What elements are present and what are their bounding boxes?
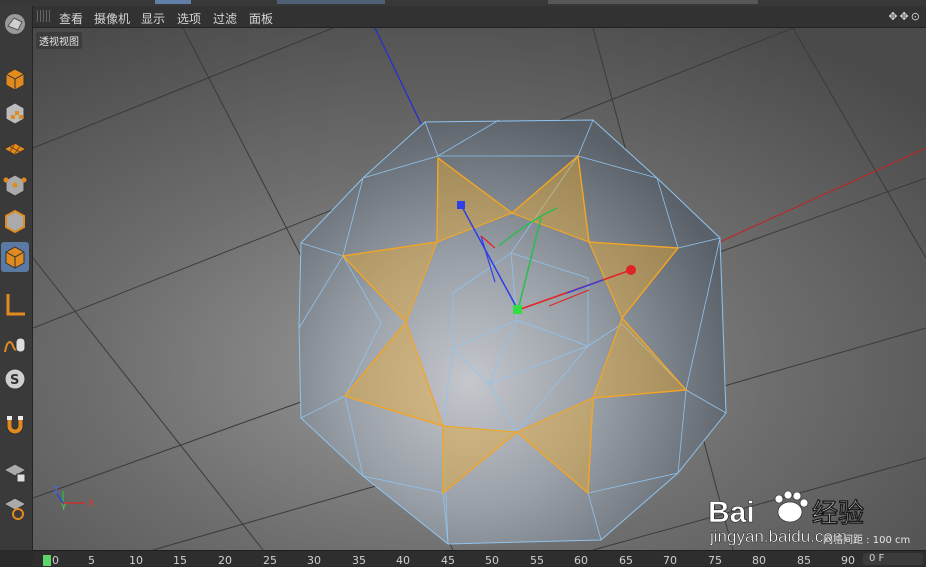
- panel-grip-icon[interactable]: [37, 10, 51, 22]
- make-editable-button[interactable]: [1, 10, 29, 40]
- menu-camera[interactable]: 摄像机: [94, 10, 130, 27]
- watermark-brand-suffix: 经验: [812, 498, 864, 529]
- planar-workplane-icon: [2, 497, 28, 520]
- timeline-tick: 80: [752, 554, 766, 567]
- menu-display[interactable]: 显示: [141, 10, 165, 27]
- solo-button[interactable]: S: [1, 364, 29, 394]
- toolbar-segment: [548, 0, 758, 4]
- edges-mode-button[interactable]: [1, 206, 29, 236]
- timeline-tick: 0: [52, 554, 59, 567]
- timeline-tick: 45: [441, 554, 455, 567]
- timeline-tick: 40: [396, 554, 410, 567]
- triad-x-label: X: [88, 499, 94, 509]
- watermark-logo: Bai 经验 jingyan.baidu.com: [708, 490, 864, 546]
- timeline-tick: 70: [663, 554, 677, 567]
- model-mode-icon: [5, 68, 25, 91]
- axis-mode-icon: [6, 294, 25, 316]
- axis-mode-button[interactable]: [1, 290, 29, 320]
- timeline-tick: 10: [129, 554, 143, 567]
- svg-text:S: S: [10, 373, 19, 388]
- planar-workplane-button[interactable]: [1, 492, 29, 522]
- timeline-tick: 60: [574, 554, 588, 567]
- toolbar-segment: [277, 0, 385, 4]
- timeline-tick: 90: [841, 554, 855, 567]
- paw-icon: [774, 490, 809, 523]
- timeline-tick: 15: [173, 554, 187, 567]
- tweak-mode-icon: [4, 337, 26, 353]
- timeline-tick: 5: [88, 554, 95, 567]
- workplane-lock-icon: [2, 463, 28, 483]
- baidu-watermark: Bai 经验 jingyan.baidu.com: [708, 490, 920, 548]
- watermark-url: jingyan.baidu.com: [709, 527, 847, 546]
- polygons-mode-icon: [5, 246, 25, 269]
- solo-icon: S: [4, 368, 26, 390]
- menu-filter[interactable]: 过滤: [213, 10, 237, 27]
- menu-options[interactable]: 选项: [177, 10, 201, 27]
- tweak-mode-button[interactable]: [1, 328, 29, 358]
- workplane-lock-button[interactable]: [1, 456, 29, 486]
- edges-mode-icon: [5, 209, 25, 234]
- timeline-tick: 85: [797, 554, 811, 567]
- workplane-mode-icon: [2, 142, 28, 156]
- gizmo-center-handle[interactable]: [513, 305, 522, 314]
- timeline-tick: 75: [708, 554, 722, 567]
- viewport-scene[interactable]: Z Y X: [33, 28, 926, 550]
- viewport-nav-icons[interactable]: ✥✥⊙: [888, 10, 922, 23]
- snap-button[interactable]: [1, 410, 29, 440]
- left-toolbar: S: [0, 6, 33, 550]
- perspective-viewport[interactable]: Z Y X 透视视图 网格间距 : 100 cm Bai 经验 jingyan.…: [33, 28, 926, 550]
- points-mode-button[interactable]: [1, 170, 29, 200]
- model-mode-button[interactable]: [1, 64, 29, 94]
- snap-magnet-icon: [6, 416, 24, 435]
- timeline-ruler[interactable]: 0 5 10 15 20 25 30 35 40 45 50 55 60 65 …: [33, 550, 926, 567]
- timeline-tick: 55: [530, 554, 544, 567]
- timeline-tick: 25: [263, 554, 277, 567]
- workplane-mode-button[interactable]: [1, 134, 29, 164]
- timeline-tick: 20: [218, 554, 232, 567]
- viewport-menubar: 查看 摄像机 显示 选项 过滤 面板 ✥✥⊙: [33, 6, 926, 28]
- playhead[interactable]: [43, 555, 51, 566]
- viewport-title: 透视视图: [36, 32, 82, 49]
- polygons-mode-button[interactable]: [1, 242, 29, 272]
- make-editable-icon: [5, 14, 25, 34]
- points-mode-icon: [3, 174, 27, 197]
- menu-view[interactable]: 查看: [59, 10, 83, 27]
- texture-mode-icon: [5, 102, 25, 125]
- triad-z-label: Z: [53, 486, 59, 496]
- timeline-tick: 50: [485, 554, 499, 567]
- current-frame-field[interactable]: 0 F: [863, 553, 923, 565]
- timeline-tick: 35: [352, 554, 366, 567]
- watermark-brand: Bai: [708, 496, 755, 529]
- timeline-tick: 30: [307, 554, 321, 567]
- menu-panel[interactable]: 面板: [249, 10, 273, 27]
- current-frame-value: 0 F: [869, 553, 885, 564]
- timeline-tick: 65: [619, 554, 633, 567]
- triad-y-label: Y: [60, 503, 67, 513]
- texture-mode-button[interactable]: [1, 98, 29, 128]
- gizmo-z-handle[interactable]: [457, 201, 465, 209]
- toolbar-segment: [155, 0, 191, 4]
- gizmo-x-handle[interactable]: [626, 265, 636, 275]
